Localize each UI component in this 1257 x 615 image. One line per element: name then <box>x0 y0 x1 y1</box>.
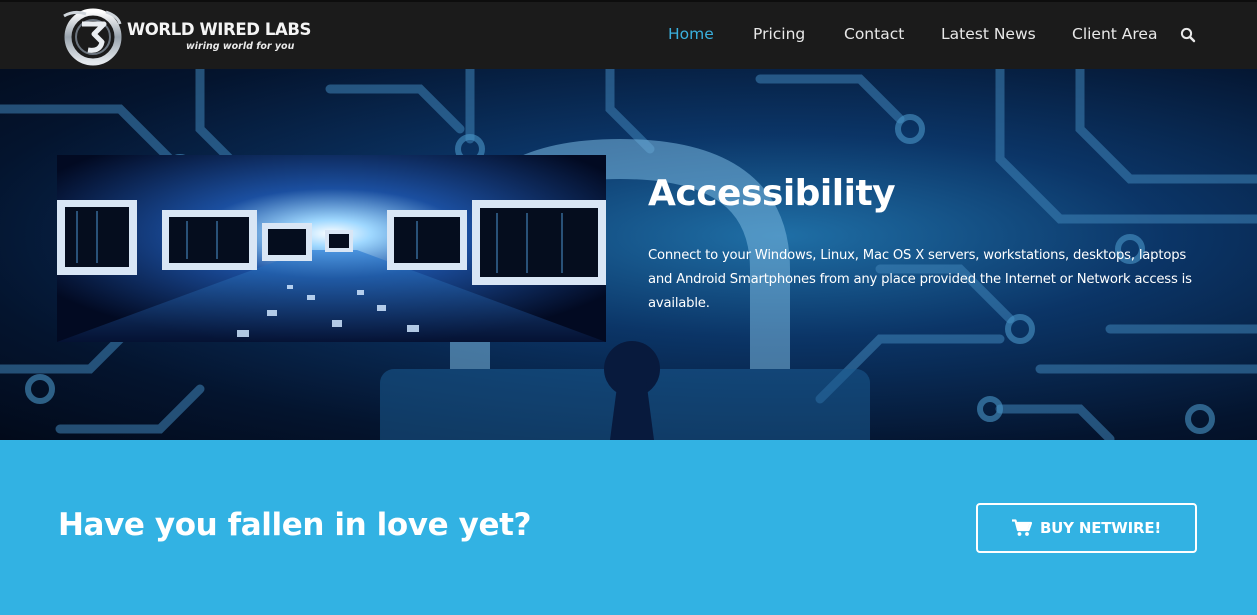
buy-netwire-button[interactable]: BUY NETWIRE! <box>976 503 1197 553</box>
site-header: WORLD WIRED LABS wiring world for you Ho… <box>0 0 1257 69</box>
server-tunnel-image <box>57 155 606 342</box>
nav-item-client-area[interactable]: Client Area <box>1072 25 1157 43</box>
nav-item-contact[interactable]: Contact <box>844 25 904 43</box>
hero-title: Accessibility <box>648 173 896 214</box>
buy-button-label: BUY NETWIRE! <box>1039 519 1162 537</box>
nav-item-home[interactable]: Home <box>668 25 714 43</box>
search-icon[interactable] <box>1180 27 1196 43</box>
main-nav: Home Pricing Contact Latest News Client … <box>0 2 1257 71</box>
hero-description: Connect to your Windows, Linux, Mac OS X… <box>648 248 1192 311</box>
cta-heading: Have you fallen in love yet? <box>58 507 532 543</box>
shopping-cart-icon <box>1011 519 1032 536</box>
nav-item-pricing[interactable]: Pricing <box>753 25 805 43</box>
nav-item-latest-news[interactable]: Latest News <box>941 25 1036 43</box>
hero-section: Accessibility Connect to your Windows, L… <box>0 69 1257 440</box>
